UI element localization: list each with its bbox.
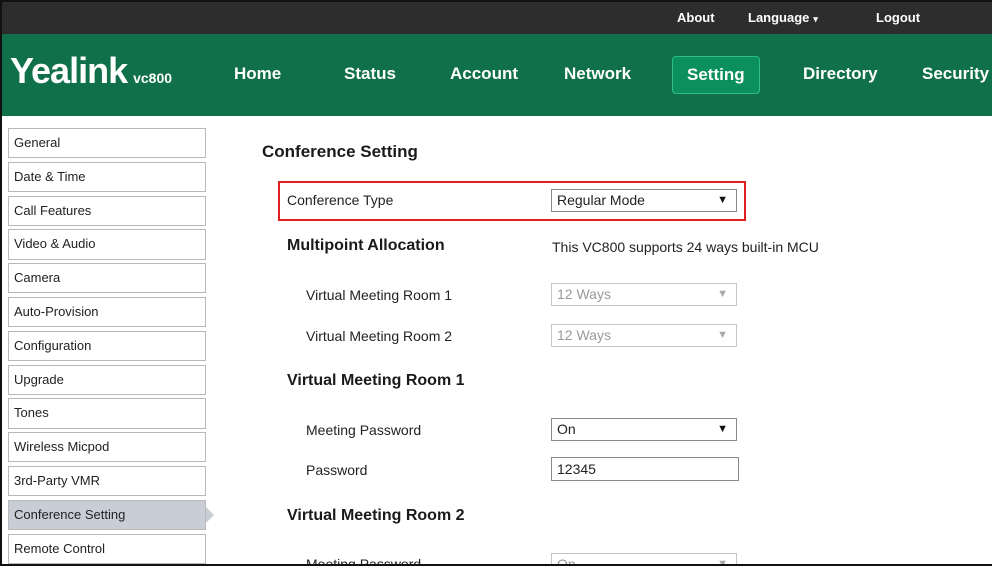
vmr2-allocation-value: 12 Ways	[557, 327, 611, 343]
sidebar-item-3rd-party-vmr[interactable]: 3rd-Party VMR	[8, 465, 206, 497]
nav-security[interactable]: Security	[922, 64, 989, 84]
vmr1-heading: Virtual Meeting Room 1	[287, 372, 465, 389]
nav-home[interactable]: Home	[234, 64, 281, 84]
sidebar-item-upgrade[interactable]: Upgrade	[8, 364, 206, 395]
sidebar-item-conference-setting[interactable]: Conference Setting	[8, 499, 214, 531]
nav-status[interactable]: Status	[344, 64, 396, 84]
conference-type-label: Conference Type	[287, 192, 394, 208]
sidebar-item-camera[interactable]: Camera	[8, 263, 206, 294]
browser-frame: About Language ▾ Logout Yealink vc800 Home…	[0, 0, 992, 566]
vmr2-allocation-select: 12 Ways ▼	[551, 324, 737, 347]
nav-setting[interactable]: Setting	[672, 56, 760, 94]
vmr1-allocation-value: 12 Ways	[557, 286, 611, 302]
vmr1-allocation-select: 12 Ways ▼	[551, 283, 737, 306]
sidebar-item-video-audio[interactable]: Video & Audio	[8, 229, 206, 260]
language-menu[interactable]: Language ▾	[748, 10, 818, 25]
logo-brand: Yealink	[10, 50, 128, 91]
nav-account[interactable]: Account	[450, 64, 518, 84]
dropdown-arrow-icon: ▼	[717, 558, 728, 566]
logo-model: vc800	[133, 70, 173, 86]
sidebar-item-call-features[interactable]: Call Features	[8, 195, 206, 226]
page-title: Conference Setting	[262, 142, 418, 161]
vmr2-heading: Virtual Meeting Room 2	[287, 507, 465, 524]
sidebar-item-general[interactable]: General	[8, 128, 206, 159]
vmr1-allocation-label: Virtual Meeting Room 1	[306, 287, 453, 303]
yealink-logo[interactable]: Yealink vc800	[10, 50, 172, 92]
sidebar-item-auto-provision[interactable]: Auto-Provision	[8, 296, 206, 328]
sidebar-item-remote-control[interactable]: Remote Control	[8, 533, 206, 564]
vmr2-meeting-password-label: Meeting Password	[306, 556, 422, 566]
multipoint-heading: Multipoint Allocation	[287, 237, 445, 254]
sidebar-item-configuration[interactable]: Configuration	[8, 330, 206, 362]
vmr1-meeting-password-value: On	[557, 421, 576, 437]
language-label: Language	[748, 10, 810, 25]
conference-type-select[interactable]: Regular Mode ▼	[551, 189, 737, 212]
conference-type-value: Regular Mode	[557, 192, 645, 208]
about-link[interactable]: About	[677, 10, 715, 25]
dropdown-arrow-icon: ▼	[717, 329, 728, 341]
vmr2-allocation-label: Virtual Meeting Room 2	[306, 328, 453, 344]
sidebar-item-wireless-micpod[interactable]: Wireless Micpod	[8, 432, 206, 463]
settings-sidebar: General Date & Time Call Features Video …	[8, 128, 214, 564]
main-nav: Yealink vc800 Home Status Account Network…	[2, 34, 992, 116]
vmr1-meeting-password-label: Meeting Password	[306, 422, 422, 438]
nav-directory[interactable]: Directory	[803, 64, 878, 84]
mcu-info-text: This VC800 supports 24 ways built-in MCU	[552, 239, 819, 255]
vmr2-meeting-password-select: On ▼	[551, 553, 737, 566]
vmr1-meeting-password-select[interactable]: On ▼	[551, 418, 737, 441]
nav-network[interactable]: Network	[564, 64, 631, 84]
sidebar-item-date-time[interactable]: Date & Time	[8, 161, 206, 193]
vmr2-meeting-password-value: On	[557, 556, 576, 566]
dropdown-arrow-icon: ▼	[717, 288, 728, 300]
dropdown-arrow-icon: ▼	[717, 423, 728, 435]
vmr1-password-label: Password	[306, 462, 368, 478]
dropdown-arrow-icon: ▼	[717, 194, 728, 206]
chevron-down-icon: ▾	[813, 14, 818, 24]
vmr1-password-field[interactable]: 12345	[551, 457, 739, 481]
logout-link[interactable]: Logout	[876, 10, 920, 25]
sidebar-item-tones[interactable]: Tones	[8, 398, 206, 429]
top-utility-bar: About Language ▾ Logout	[2, 2, 992, 34]
